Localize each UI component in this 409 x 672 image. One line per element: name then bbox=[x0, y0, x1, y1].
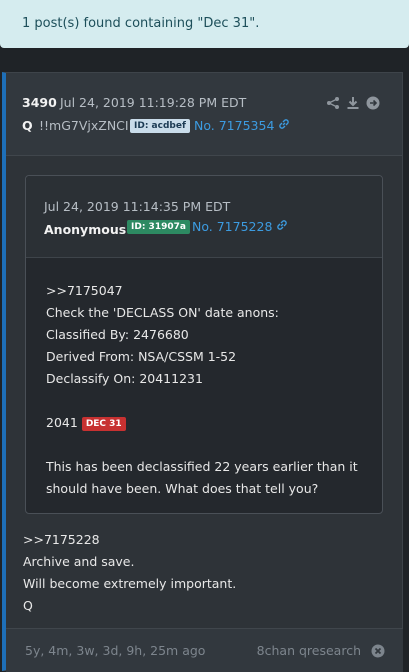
download-icon[interactable] bbox=[346, 95, 360, 109]
poster-name: Q bbox=[22, 118, 33, 133]
post-line: Archive and save. bbox=[23, 554, 135, 569]
alert-text: 1 post(s) found containing "Dec 31". bbox=[22, 16, 260, 31]
time-ago: 5y, 4m, 3w, 3d, 9h, 25m ago bbox=[25, 643, 206, 658]
quoted-poster-id-badge: ID: 31907a bbox=[127, 220, 190, 234]
share-icon[interactable] bbox=[326, 95, 340, 109]
poster-id-badge: ID: acdbef bbox=[130, 119, 190, 133]
quoted-line: Check the 'DECLASS ON' date anons: bbox=[46, 305, 279, 320]
post-body: >>7175228 Archive and save. Will become … bbox=[23, 529, 236, 617]
header-actions bbox=[326, 95, 380, 110]
quoted-post-link[interactable]: No. 7175228 bbox=[192, 219, 288, 234]
post-footer: 5y, 4m, 3w, 3d, 9h, 25m ago 8chan qresea… bbox=[6, 628, 403, 672]
quoted-line: Classified By: 2476680 bbox=[46, 327, 189, 342]
tripcode: !!mG7VjxZNCI bbox=[39, 118, 129, 133]
link-icon bbox=[278, 118, 290, 133]
quoted-poster-name: Anonymous bbox=[44, 222, 127, 237]
post-line: >>7175228 bbox=[23, 532, 100, 547]
post-date: Jul 24, 2019 11:19:28 PM EDT bbox=[60, 95, 247, 110]
quoted-line: Declassify On: 20411231 bbox=[46, 371, 203, 386]
post-link-text: No. 7175354 bbox=[194, 118, 275, 133]
post-line: Will become extremely important. bbox=[23, 576, 237, 591]
quoted-line: >>7175047 bbox=[46, 283, 123, 298]
post-link[interactable]: No. 7175354 bbox=[194, 118, 290, 133]
close-icon[interactable] bbox=[371, 643, 385, 658]
quoted-post-body: >>7175047 Check the 'DECLASS ON' date an… bbox=[46, 280, 366, 500]
quoted-line: Derived From: NSA/CSSM 1-52 bbox=[46, 349, 237, 364]
quoted-post-header: Jul 24, 2019 11:14:35 PM EDT Anonymous bbox=[26, 176, 382, 258]
year-line: 2041 DEC 31 bbox=[46, 412, 366, 434]
post-number: 3490 bbox=[22, 95, 57, 110]
board-name: 8chan qresearch bbox=[256, 643, 361, 658]
post-header: 3490 Jul 24, 2019 11:19:28 PM EDT Q !!mG… bbox=[6, 73, 402, 156]
search-highlight-tag: DEC 31 bbox=[81, 417, 126, 431]
year-text: 2041 bbox=[46, 415, 78, 430]
quoted-closing-text: This has been declassified 22 years earl… bbox=[46, 459, 358, 496]
quoted-post-link-text: No. 7175228 bbox=[192, 219, 273, 234]
arrow-right-circle-icon[interactable] bbox=[366, 95, 380, 110]
quoted-post-date: Jul 24, 2019 11:14:35 PM EDT bbox=[44, 199, 231, 214]
post-line: Q bbox=[23, 598, 33, 613]
search-result-alert: 1 post(s) found containing "Dec 31". bbox=[0, 0, 409, 48]
link-icon bbox=[276, 219, 288, 234]
